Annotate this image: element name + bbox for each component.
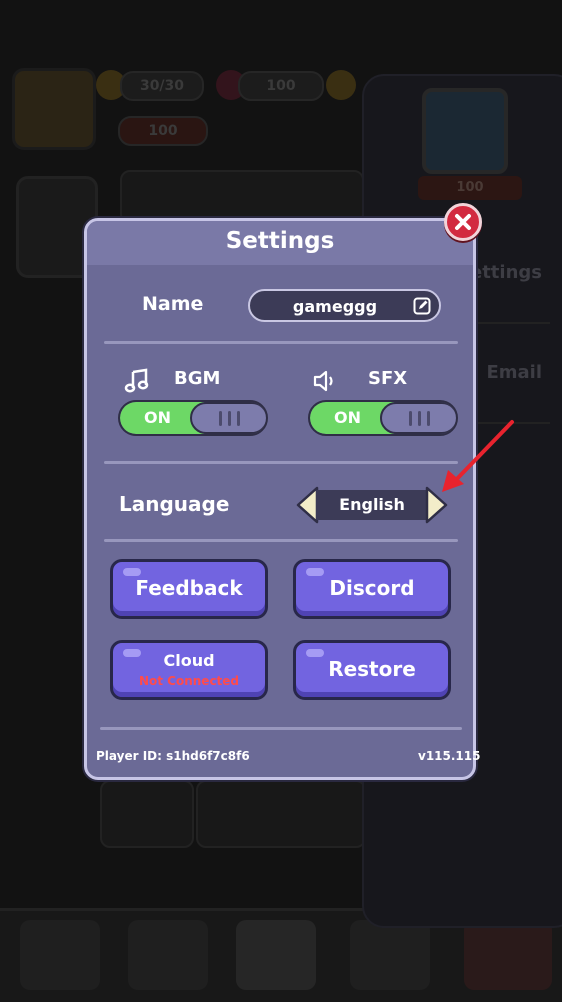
stage-banner xyxy=(120,170,364,224)
discord-button-label: Discord xyxy=(329,576,415,600)
bgm-toggle[interactable]: ON xyxy=(118,400,268,436)
nav-tab-3 xyxy=(236,920,316,990)
nav-tab-lock xyxy=(350,920,430,990)
music-note-icon xyxy=(124,368,149,393)
gem-counter: 100 xyxy=(238,71,324,101)
toggle-knob xyxy=(190,402,266,434)
player-id: Player ID: s1hd6f7c8f6 xyxy=(96,749,250,763)
cloud-status-text: Not Connected xyxy=(138,674,240,688)
dialog-header: Settings xyxy=(87,221,473,265)
annotation-arrow-icon xyxy=(442,420,514,492)
close-icon xyxy=(455,214,471,230)
language-value: English xyxy=(316,490,428,520)
name-value: gameggg xyxy=(292,297,378,316)
feedback-button[interactable]: Feedback xyxy=(110,559,268,619)
profile-avatar xyxy=(422,88,508,174)
bgm-label: BGM xyxy=(174,368,221,389)
sfx-label: SFX xyxy=(368,368,408,389)
nav-tab-2 xyxy=(128,920,208,990)
restore-button-label: Restore xyxy=(328,657,416,681)
side-menu-email-label: Email xyxy=(486,362,542,383)
cloud-button[interactable]: Cloud Not Connected xyxy=(110,640,268,700)
divider xyxy=(104,341,458,344)
player-avatar xyxy=(12,68,96,150)
level-bar: 100 xyxy=(118,116,208,146)
bg-card-right xyxy=(196,780,366,848)
bg-card-left xyxy=(100,780,194,848)
dialog-title: Settings xyxy=(225,228,335,254)
energy-counter: 30/30 xyxy=(120,71,204,101)
close-button[interactable] xyxy=(444,203,482,241)
nav-tab-1 xyxy=(20,920,100,990)
sfx-toggle[interactable]: ON xyxy=(308,400,458,436)
coin-icon xyxy=(326,70,356,100)
restore-button[interactable]: Restore xyxy=(293,640,451,700)
profile-level-badge: 100 xyxy=(418,176,522,200)
name-field[interactable]: gameggg xyxy=(248,289,441,322)
version-label: v115.115 xyxy=(418,749,481,763)
divider xyxy=(104,461,458,464)
discord-button[interactable]: Discord xyxy=(293,559,451,619)
cloud-button-label: Cloud xyxy=(163,651,215,670)
speaker-icon xyxy=(313,370,333,392)
language-label: Language xyxy=(119,492,230,516)
nav-tab-shop xyxy=(464,920,552,990)
divider xyxy=(104,539,458,542)
divider xyxy=(100,727,462,730)
name-label: Name xyxy=(142,293,204,315)
edit-icon[interactable] xyxy=(413,297,431,315)
feedback-button-label: Feedback xyxy=(135,576,243,600)
